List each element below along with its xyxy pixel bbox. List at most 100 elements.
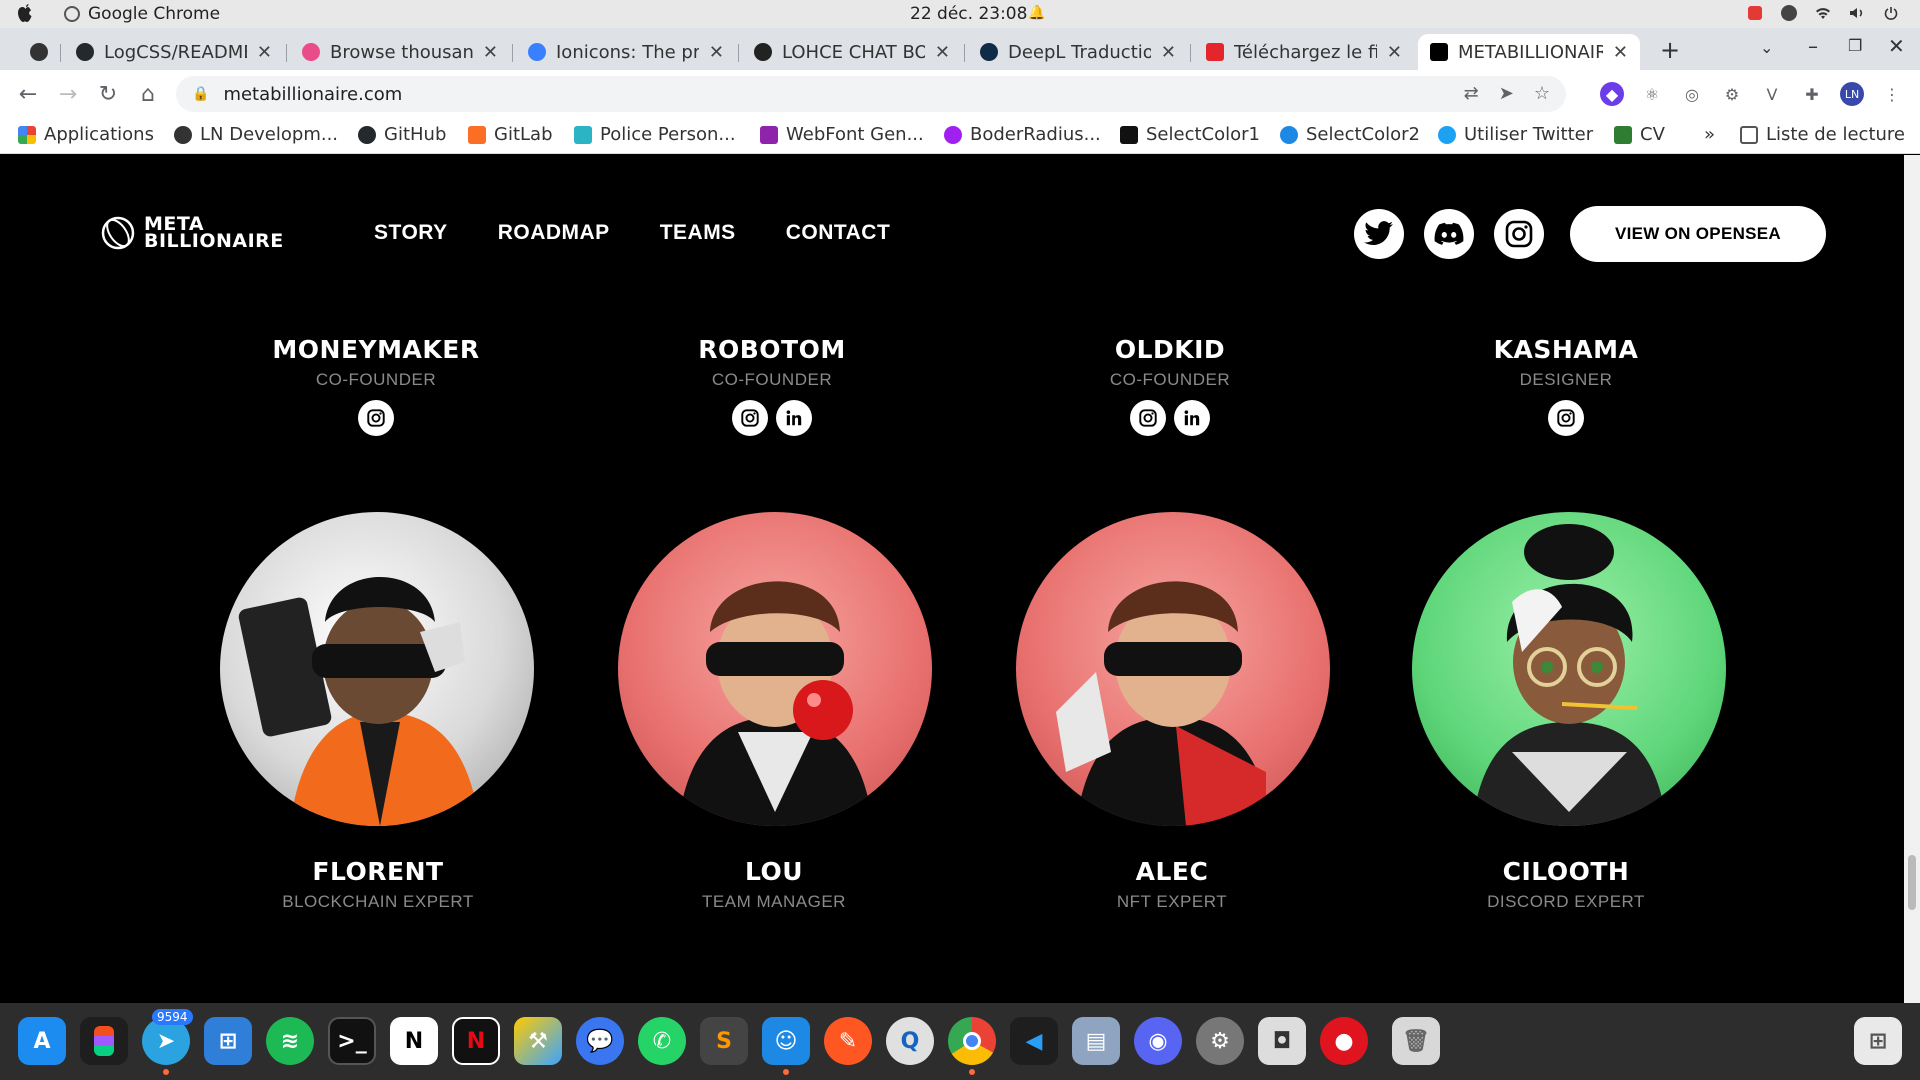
bookmark-cv[interactable]: CV	[1614, 124, 1665, 145]
kebab-menu-icon[interactable]: ⋮	[1880, 82, 1904, 106]
puzzle-extensions-icon[interactable]: ✚	[1800, 82, 1824, 106]
close-icon[interactable]: ✕	[935, 42, 950, 63]
forward-button[interactable]: →	[54, 80, 82, 108]
figma-icon[interactable]	[80, 1017, 128, 1065]
volume-icon[interactable]	[1848, 4, 1866, 22]
record-app-icon[interactable]: ●	[1320, 1017, 1368, 1065]
tab-telecharger[interactable]: Téléchargez le fic ✕	[1194, 34, 1414, 70]
bookmark-twitter[interactable]: Utiliser Twitter	[1438, 124, 1593, 145]
power-icon[interactable]	[1882, 4, 1900, 22]
bell-icon[interactable]: 🔔	[1028, 5, 1045, 21]
instagram-icon[interactable]	[1548, 400, 1584, 436]
app-store-icon[interactable]: A	[18, 1017, 66, 1065]
instagram-button[interactable]	[1494, 209, 1544, 259]
close-icon[interactable]: ✕	[1387, 42, 1402, 63]
app-indicator-icon[interactable]	[1746, 4, 1764, 22]
tab-lohce-chat[interactable]: LOHCE CHAT BOT ✕	[742, 34, 962, 70]
site-logo[interactable]: META BILLIONAIRE	[100, 215, 284, 251]
new-tab-button[interactable]: +	[1660, 36, 1680, 64]
launchpad-icon[interactable]: ⊞	[1854, 1017, 1902, 1065]
bookmark-star-icon[interactable]: ☆	[1534, 83, 1550, 104]
address-bar[interactable]: 🔒 metabillionaire.com ⇄ ➤ ☆	[176, 76, 1566, 112]
terminal-icon[interactable]: >_	[328, 1017, 376, 1065]
bookmark-selectcolor1[interactable]: SelectColor1	[1120, 124, 1260, 145]
scrollbar-thumb[interactable]	[1908, 855, 1916, 910]
send-tab-icon[interactable]: ➤	[1499, 83, 1514, 104]
notion-icon[interactable]: N	[390, 1017, 438, 1065]
bookmark-github[interactable]: GitHub	[358, 124, 446, 145]
clock[interactable]: 22 déc. 23:08	[910, 4, 1027, 24]
wifi-icon[interactable]	[1814, 4, 1832, 22]
bookmark-ln-developm[interactable]: LN Developm...	[174, 124, 338, 145]
trash-icon[interactable]: 🗑	[1392, 1017, 1440, 1065]
whatsapp-icon[interactable]: ✆	[638, 1017, 686, 1065]
nav-story[interactable]: STORY	[374, 221, 448, 245]
lock-icon[interactable]: 🔒	[192, 86, 209, 102]
back-button[interactable]: ←	[14, 80, 42, 108]
system-preferences-icon[interactable]: ⚙	[1196, 1017, 1244, 1065]
bookmarks-overflow-button[interactable]: »	[1704, 124, 1715, 145]
active-app[interactable]: Google Chrome	[64, 4, 220, 24]
translate-icon[interactable]: ⇄	[1464, 83, 1479, 104]
nav-contact[interactable]: CONTACT	[786, 221, 891, 245]
discord-dock-icon[interactable]: ◉	[1134, 1017, 1182, 1065]
bookmark-selectcolor2[interactable]: SelectColor2	[1280, 124, 1420, 145]
extension-badge-icon[interactable]: ◆	[1600, 82, 1624, 106]
tab-github-pinned[interactable]	[18, 34, 62, 70]
profile-avatar[interactable]: LN	[1840, 82, 1864, 106]
nav-roadmap[interactable]: ROADMAP	[498, 221, 610, 245]
home-button[interactable]: ⌂	[134, 80, 162, 108]
sublime-text-icon[interactable]: S	[700, 1017, 748, 1065]
gear-extension-icon[interactable]: ⚙	[1720, 82, 1744, 106]
build-tool-icon[interactable]: ⚒	[514, 1017, 562, 1065]
apple-icon[interactable]	[16, 4, 34, 24]
tab-metabillionaire[interactable]: METABILLIONAIRE ✕	[1418, 34, 1640, 70]
signal-icon[interactable]: 💬	[576, 1017, 624, 1065]
close-icon[interactable]: ✕	[483, 42, 498, 63]
finder-icon[interactable]: ☺	[762, 1017, 810, 1075]
netflix-icon[interactable]: N	[452, 1017, 500, 1065]
close-icon[interactable]: ✕	[1613, 42, 1628, 63]
window-close-button[interactable]: ✕	[1888, 34, 1905, 58]
instagram-icon[interactable]	[1130, 400, 1166, 436]
close-icon[interactable]: ✕	[709, 42, 724, 63]
preview-icon[interactable]: ▤	[1072, 1017, 1120, 1065]
minimize-button[interactable]: –	[1808, 34, 1818, 58]
tab-ionicons[interactable]: Ionicons: The pre ✕	[516, 34, 736, 70]
nav-teams[interactable]: TEAMS	[660, 221, 736, 245]
system-monitor-icon[interactable]: ⊞	[204, 1017, 252, 1065]
reading-list-button[interactable]: Liste de lecture	[1740, 124, 1905, 145]
restore-button[interactable]: ❐	[1848, 36, 1862, 55]
chrome-dock-icon[interactable]	[948, 1017, 996, 1075]
discord-button[interactable]	[1424, 209, 1474, 259]
linkedin-icon[interactable]	[776, 400, 812, 436]
target-extension-icon[interactable]: ◎	[1680, 82, 1704, 106]
bookmark-police-person[interactable]: Police Person...	[574, 124, 736, 145]
bookmark-applications[interactable]: Applications	[18, 124, 154, 145]
vue-devtools-icon[interactable]: V	[1760, 82, 1784, 106]
tab-logcss[interactable]: LogCSS/README ✕	[64, 34, 284, 70]
screenshot-icon[interactable]: ◘	[1258, 1017, 1306, 1065]
tab-deepl[interactable]: DeepL Traduction ✕	[968, 34, 1188, 70]
postman-icon[interactable]: ✎	[824, 1017, 872, 1065]
url-text[interactable]: metabillionaire.com	[223, 84, 402, 105]
telegram-icon[interactable]: ➤ 9594	[142, 1009, 193, 1075]
vscode-icon[interactable]: ◀	[1010, 1017, 1058, 1065]
bookmark-boderradius[interactable]: BoderRadius...	[944, 124, 1101, 145]
close-icon[interactable]: ✕	[257, 42, 272, 63]
spotify-icon[interactable]: ≋	[266, 1017, 314, 1065]
bookmark-webfont-gen[interactable]: WebFont Gen...	[760, 124, 924, 145]
twitter-button[interactable]	[1354, 209, 1404, 259]
tab-search-chevron-icon[interactable]: ⌄	[1760, 38, 1773, 57]
accessibility-icon[interactable]	[1780, 4, 1798, 22]
quicktime-icon[interactable]: Q	[886, 1017, 934, 1065]
view-on-opensea-button[interactable]: VIEW ON OPENSEA	[1570, 206, 1826, 262]
instagram-icon[interactable]	[732, 400, 768, 436]
close-icon[interactable]: ✕	[1161, 42, 1176, 63]
tab-dribbble[interactable]: Browse thousand ✕	[290, 34, 510, 70]
react-devtools-icon[interactable]: ⚛	[1640, 82, 1664, 106]
bookmark-gitlab[interactable]: GitLab	[468, 124, 553, 145]
linkedin-icon[interactable]	[1174, 400, 1210, 436]
instagram-icon[interactable]	[358, 400, 394, 436]
page-scrollbar[interactable]	[1904, 155, 1920, 1003]
